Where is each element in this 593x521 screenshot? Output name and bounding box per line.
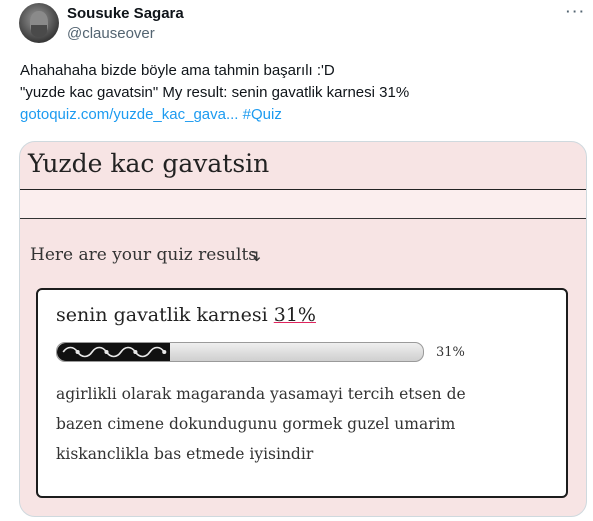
result-title: senin gavatlik karnesi 31% [56,304,316,326]
title-band [20,190,586,218]
tweet-link-line: gotoquiz.com/yuzde_kac_gava... #Quiz [20,104,580,126]
arrow-down-icon: ↴ [248,246,262,265]
avatar[interactable] [19,3,59,43]
tweet-text: Ahahahaha bizde böyle ama tahmin başarıl… [20,60,580,126]
author-handle[interactable]: @clauseover [67,25,155,42]
result-title-text: senin gavatlik karnesi [56,304,274,326]
result-box: senin gavatlik karnesi 31% 31% agirlikli… [36,288,568,498]
quiz-title: Yuzde kac gavatsin [28,149,270,178]
ornament-pattern [62,346,167,358]
author-name[interactable]: Sousuke Sagara [67,5,184,22]
avatar-beard [31,25,47,37]
quiz-link[interactable]: gotoquiz.com/yuzde_kac_gava... [20,106,238,123]
tweet-text-line-2: "yuzde kac gavatsin" My result: senin ga… [20,84,410,101]
progress-label: 31% [436,345,465,360]
tweet-text-line-1: Ahahahaha bizde böyle ama tahmin başarıl… [20,62,335,79]
description-line: agirlikli olarak magaranda yasamayi terc… [56,385,466,403]
divider [20,218,586,219]
result-description: agirlikli olarak magaranda yasamayi terc… [56,379,526,469]
more-options-icon[interactable]: ⋅⋅⋅ [565,2,585,23]
progress-fill [57,343,171,361]
description-line: kiskanclikla bas etmede iyisindir [56,445,314,463]
quiz-screenshot-media[interactable]: Yuzde kac gavatsin Here are your quiz re… [19,141,587,517]
description-line: bazen cimene dokundugunu gormek guzel um… [56,415,456,433]
result-title-percent: 31% [273,304,316,326]
hashtag-quiz[interactable]: #Quiz [243,106,282,123]
result-progress-bar [56,342,424,362]
results-heading: Here are your quiz results [30,245,258,265]
